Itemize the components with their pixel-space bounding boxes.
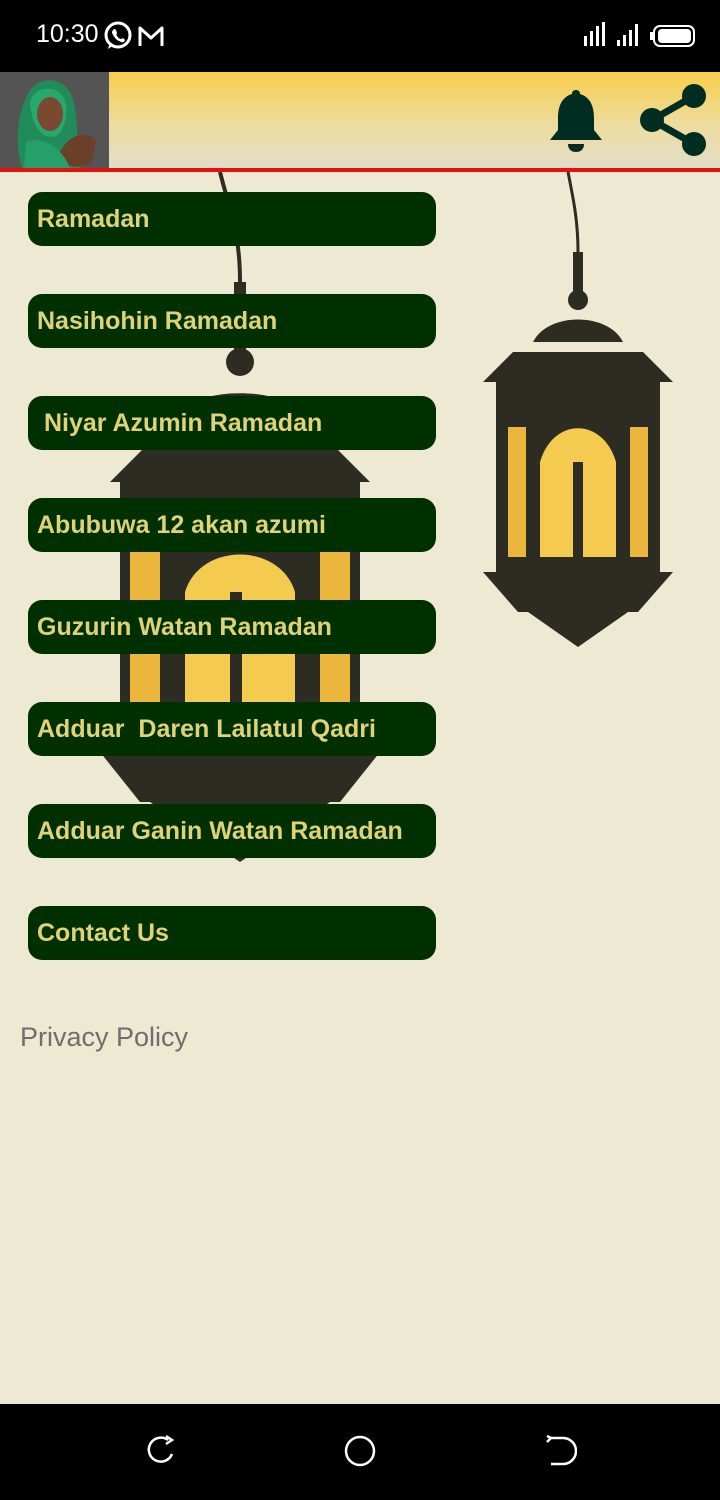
data-signal-icon bbox=[584, 22, 605, 46]
menu-button-niyar-azumin-ramadan[interactable]: Niyar Azumin Ramadan bbox=[28, 396, 436, 450]
menu-button-adduar-lailatul-qadri[interactable]: Adduar Daren Lailatul Qadri bbox=[28, 702, 436, 756]
menu-button-abubuwa-12[interactable]: Abubuwa 12 akan azumi bbox=[28, 498, 436, 552]
navigation-bar bbox=[0, 1404, 720, 1500]
share-icon[interactable] bbox=[638, 82, 710, 158]
status-time: 10:30 bbox=[36, 20, 99, 48]
avatar-image bbox=[0, 72, 109, 168]
cell-signal-icon bbox=[617, 24, 638, 46]
recent-apps-icon[interactable] bbox=[144, 1434, 178, 1468]
menu-button-ramadan[interactable]: Ramadan bbox=[28, 192, 436, 246]
home-icon[interactable] bbox=[343, 1434, 377, 1468]
menu-button-nasihohin-ramadan[interactable]: Nasihohin Ramadan bbox=[28, 294, 436, 348]
battery-icon bbox=[650, 25, 695, 47]
whatsapp-icon bbox=[104, 21, 132, 49]
gmail-icon bbox=[138, 26, 164, 46]
lantern-right-image bbox=[483, 172, 673, 647]
menu-button-guzurin-watan-ramadan[interactable]: Guzurin Watan Ramadan bbox=[28, 600, 436, 654]
avatar[interactable] bbox=[0, 72, 109, 168]
status-bar: 10:30 bbox=[0, 0, 720, 72]
back-icon[interactable] bbox=[543, 1434, 577, 1468]
privacy-policy-link[interactable]: Privacy Policy bbox=[20, 1022, 188, 1053]
menu-button-adduar-ganin-watan[interactable]: Adduar Ganin Watan Ramadan bbox=[28, 804, 436, 858]
bell-icon[interactable] bbox=[546, 86, 606, 154]
menu-button-contact-us[interactable]: Contact Us bbox=[28, 906, 436, 960]
